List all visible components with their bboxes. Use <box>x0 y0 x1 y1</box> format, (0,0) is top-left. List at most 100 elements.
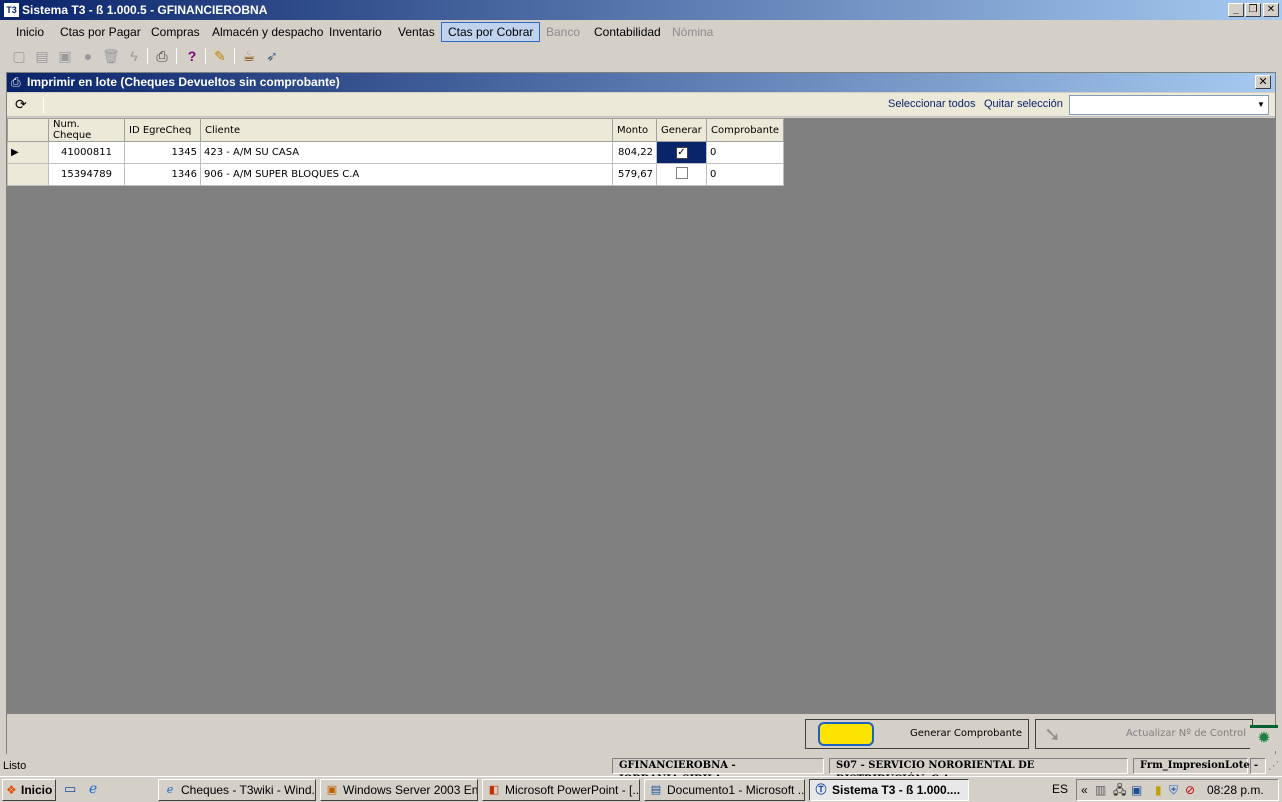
start-label: Inicio <box>21 783 53 797</box>
cell-monto[interactable]: 579,67 <box>612 163 657 186</box>
ie-icon: ℯ <box>166 784 174 796</box>
window-title-bar[interactable]: T3 Sistema T3 - ß 1.000.5 - GFINANCIEROBN… <box>0 0 1282 20</box>
cell-num-cheque[interactable]: 15394789 <box>48 163 125 186</box>
lightning-icon[interactable]: ϟ <box>125 47 143 65</box>
toolbar-separator <box>234 48 235 64</box>
ie-icon[interactable]: ℯ <box>89 780 97 797</box>
app-icon: T3 <box>4 2 19 17</box>
cell-id-egrecheq[interactable]: 1345 <box>124 141 201 164</box>
menu-inicio[interactable]: Inicio <box>10 22 50 42</box>
task-label: Cheques - T3wiki - Wind... <box>181 783 316 797</box>
menu-ctas-por-cobrar[interactable]: Ctas por Cobrar <box>441 22 541 42</box>
minimize-button[interactable]: _ <box>1228 3 1244 17</box>
toolbar-separator <box>205 48 206 64</box>
resize-grip-icon[interactable]: ⋰ <box>1268 757 1279 775</box>
cell-monto[interactable]: 804,22 <box>612 141 657 164</box>
cell-generar[interactable] <box>656 163 707 186</box>
toolbar-separator <box>43 97 44 113</box>
child-close-button[interactable]: ✕ <box>1255 75 1271 89</box>
col-generar[interactable]: Generar <box>656 118 707 142</box>
close-button[interactable]: ✕ <box>1263 3 1279 17</box>
select-all-link[interactable]: Seleccionar todos <box>888 98 975 110</box>
status-user: GFINANCIEROBNA - JORDANIA,SIBILA <box>612 758 824 785</box>
server-icon: ▣ <box>326 784 338 796</box>
remove-selection-link[interactable]: Quitar selección <box>984 98 1063 110</box>
generate-voucher-button[interactable]: Generar Comprobante <box>805 719 1029 749</box>
row-selector[interactable] <box>7 163 49 186</box>
generar-checkbox[interactable]: ✓ <box>675 146 688 159</box>
table-row[interactable]: 15394789 1346 906 - A/M SUPER BLOQUES C.… <box>7 163 785 186</box>
task-powerpoint[interactable]: ◧ Microsoft PowerPoint - [... <box>482 779 640 801</box>
generar-checkbox[interactable] <box>675 167 688 179</box>
col-cliente[interactable]: Cliente <box>200 118 613 142</box>
col-id-egrecheq[interactable]: ID EgreCheq <box>124 118 201 142</box>
clock[interactable]: 08:28 p.m. <box>1207 780 1264 800</box>
row-selector[interactable]: ▶ <box>7 141 49 164</box>
cell-num-cheque[interactable]: 41000811 <box>48 141 125 164</box>
menu-compras[interactable]: Compras <box>145 22 206 42</box>
refresh-icon[interactable]: ⟳ <box>15 96 27 113</box>
grid-header-row: Num. Cheque ID EgreCheq Cliente Monto Ge… <box>7 118 785 142</box>
cell-comprobante[interactable]: 0 <box>705 141 785 164</box>
col-monto[interactable]: Monto <box>612 118 657 142</box>
print-icon[interactable]: ⎙ <box>153 47 171 65</box>
restore-button[interactable]: ❐ <box>1245 3 1261 17</box>
battery-icon[interactable]: ▮ <box>1155 780 1162 800</box>
update-control-label: Actualizar Nº de Control <box>1126 728 1246 739</box>
monitor-icon[interactable]: ▣ <box>1131 780 1142 800</box>
windows-logo-icon: ❖ <box>6 783 17 797</box>
cell-cliente[interactable]: 423 - A/M SU CASA <box>200 141 613 164</box>
broom-icon[interactable]: ✎ <box>211 47 229 65</box>
col-comprobante[interactable]: Comprobante <box>705 118 785 142</box>
action-bar: Generar Comprobante ➘ Actualizar Nº de C… <box>7 715 1278 755</box>
show-desktop-icon[interactable]: ▭ <box>64 781 76 797</box>
child-title-bar[interactable]: ⎙ Imprimir en lote (Cheques Devueltos si… <box>7 73 1275 92</box>
help-icon[interactable]: ? <box>183 47 201 65</box>
security-icon[interactable]: ⛨ <box>1169 780 1178 800</box>
network-icon[interactable]: 🖧 <box>1113 780 1126 800</box>
menu-ctas-por-pagar[interactable]: Ctas por Pagar <box>54 22 147 42</box>
status-text: Listo <box>3 760 27 772</box>
start-button[interactable]: ❖ Inicio <box>2 779 56 801</box>
table-row[interactable]: ▶ 41000811 1345 423 - A/M SU CASA 804,22… <box>7 141 785 164</box>
task-word[interactable]: ▤ Documento1 - Microsoft ... <box>644 779 805 801</box>
menu-contabilidad[interactable]: Contabilidad <box>588 22 667 42</box>
tray-expand-icon[interactable]: « <box>1081 780 1088 800</box>
signal-icon[interactable]: ▥ <box>1095 780 1106 800</box>
col-num-cheque[interactable]: Num. Cheque <box>48 118 125 142</box>
task-sistema-t3[interactable]: Ⓣ Sistema T3 - ß 1.000.... <box>809 779 969 801</box>
bug-icon[interactable]: ✹ <box>1250 725 1278 751</box>
cell-cliente[interactable]: 906 - A/M SUPER BLOQUES C.A <box>200 163 613 186</box>
status-bar: Listo GFINANCIEROBNA - JORDANIA,SIBILA S… <box>0 757 1282 785</box>
t3-icon: Ⓣ <box>815 784 827 796</box>
task-windows-server[interactable]: ▣ Windows Server 2003 En... <box>320 779 478 801</box>
task-cheques[interactable]: ℯ Cheques - T3wiki - Wind... <box>158 779 316 801</box>
cell-comprobante[interactable]: 0 <box>705 163 785 186</box>
status-company: S07 - SERVICIO NORORIENTAL DE DISTRIBUCI… <box>829 758 1128 785</box>
record-icon[interactable]: ● <box>79 47 97 65</box>
language-indicator[interactable]: ES <box>1052 782 1068 796</box>
coffee-icon[interactable]: ☕ <box>240 47 258 65</box>
new-icon[interactable]: ▢ <box>10 47 28 65</box>
chevron-down-icon[interactable]: ▼ <box>1254 96 1268 114</box>
child-toolbar: ⟳ Seleccionar todos Quitar selección ▼ <box>7 93 1275 117</box>
child-window: ⎙ Imprimir en lote (Cheques Devueltos si… <box>6 72 1278 755</box>
volume-muted-icon[interactable]: ⊘ <box>1185 780 1195 800</box>
voucher-icon <box>818 722 874 746</box>
status-form: Frm_ImpresionLote <box>1133 758 1250 774</box>
menu-ventas[interactable]: Ventas <box>392 22 441 42</box>
open-icon[interactable]: ▤ <box>33 47 51 65</box>
menu-nomina[interactable]: Nómina <box>666 22 719 42</box>
update-control-button[interactable]: ➘ Actualizar Nº de Control <box>1035 719 1253 749</box>
menu-banco[interactable]: Banco <box>540 22 586 42</box>
word-icon: ▤ <box>650 784 662 796</box>
filter-combo[interactable]: ▼ <box>1069 95 1269 115</box>
menu-almacen[interactable]: Almacén y despacho <box>206 22 329 42</box>
save-icon[interactable]: ▣ <box>56 47 74 65</box>
menu-inventario[interactable]: Inventario <box>323 22 388 42</box>
rocket-icon[interactable]: ➶ <box>263 47 281 65</box>
cell-id-egrecheq[interactable]: 1346 <box>124 163 201 186</box>
delete-icon[interactable]: 🗑 <box>102 47 120 65</box>
cell-generar[interactable]: ✓ <box>656 141 707 164</box>
printer-icon: ⎙ <box>11 75 21 89</box>
